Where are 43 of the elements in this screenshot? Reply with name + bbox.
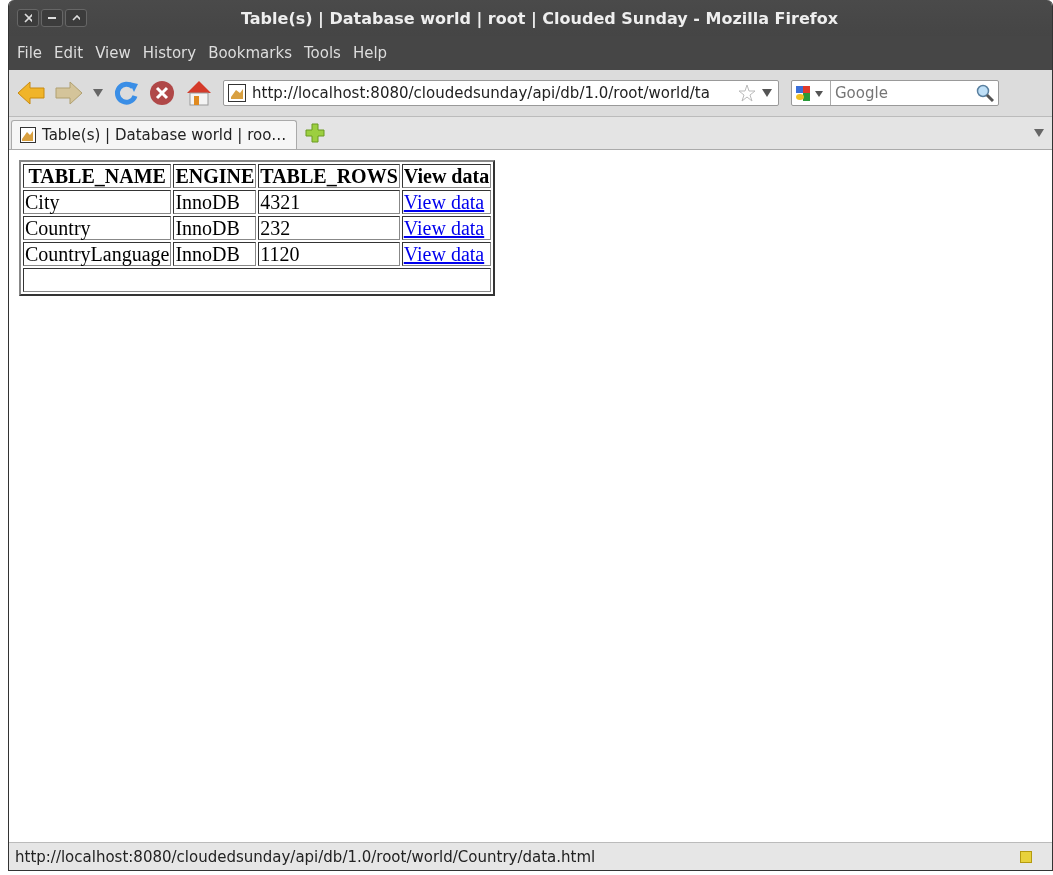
menu-item[interactable]: Edit [54, 44, 84, 62]
menu-item[interactable]: History [142, 44, 197, 62]
table-cell: InnoDB [173, 190, 257, 214]
search-icon[interactable] [976, 84, 994, 102]
close-icon [24, 13, 32, 23]
close-button[interactable] [17, 9, 39, 27]
column-header: ENGINE [173, 164, 257, 188]
dropdown-icon[interactable] [93, 89, 103, 97]
browser-tab[interactable]: Table(s) | Database world | roo… [11, 120, 298, 149]
search-bar[interactable]: Google [791, 80, 999, 106]
menu-item[interactable]: View [95, 44, 131, 62]
tab-list-icon[interactable] [1034, 129, 1044, 137]
search-engine-icon[interactable] [796, 84, 826, 102]
table-cell: CountryLanguage [23, 242, 172, 266]
table-cell: 1120 [258, 242, 400, 266]
status-icon [1020, 850, 1032, 863]
table-cell: City [23, 190, 172, 214]
caret-up-icon [72, 15, 80, 21]
menu-item[interactable]: Bookmarks [208, 44, 292, 62]
dropdown-icon[interactable] [762, 89, 772, 97]
column-header: TABLE_ROWS [258, 164, 400, 188]
table-cell: 4321 [258, 190, 400, 214]
address-field[interactable]: http://localhost:8080/cloudedsunday/api/db/1.0/root/world/ta [223, 80, 779, 106]
column-header: View data [401, 164, 492, 188]
minimize-icon [48, 16, 56, 20]
site-icon [20, 127, 36, 143]
home-icon[interactable] [185, 79, 213, 107]
table-cell: InnoDB [173, 242, 257, 266]
window-title: Table(s) | Database world | root | Clouded Sunday - Mozilla Firefox [239, 8, 840, 28]
menu-item[interactable]: Tools [303, 44, 341, 62]
menu-item[interactable]: File [17, 44, 43, 62]
reload-icon[interactable] [113, 80, 139, 106]
table-cell: InnoDB [173, 216, 257, 240]
site-icon [228, 84, 246, 102]
status-text: http://localhost:8080/cloudedsunday/api/db/1.0/root/world/Country/data.html [15, 847, 596, 866]
column-header: TABLE_NAME [23, 164, 172, 188]
minimize-button[interactable] [41, 9, 63, 27]
stop-icon[interactable] [149, 80, 175, 106]
maximize-button[interactable] [65, 9, 87, 27]
star-icon[interactable] [738, 84, 756, 102]
menu-item[interactable]: Help [352, 44, 388, 62]
table-cell: Country [23, 216, 172, 240]
table-cell: 232 [258, 216, 400, 240]
